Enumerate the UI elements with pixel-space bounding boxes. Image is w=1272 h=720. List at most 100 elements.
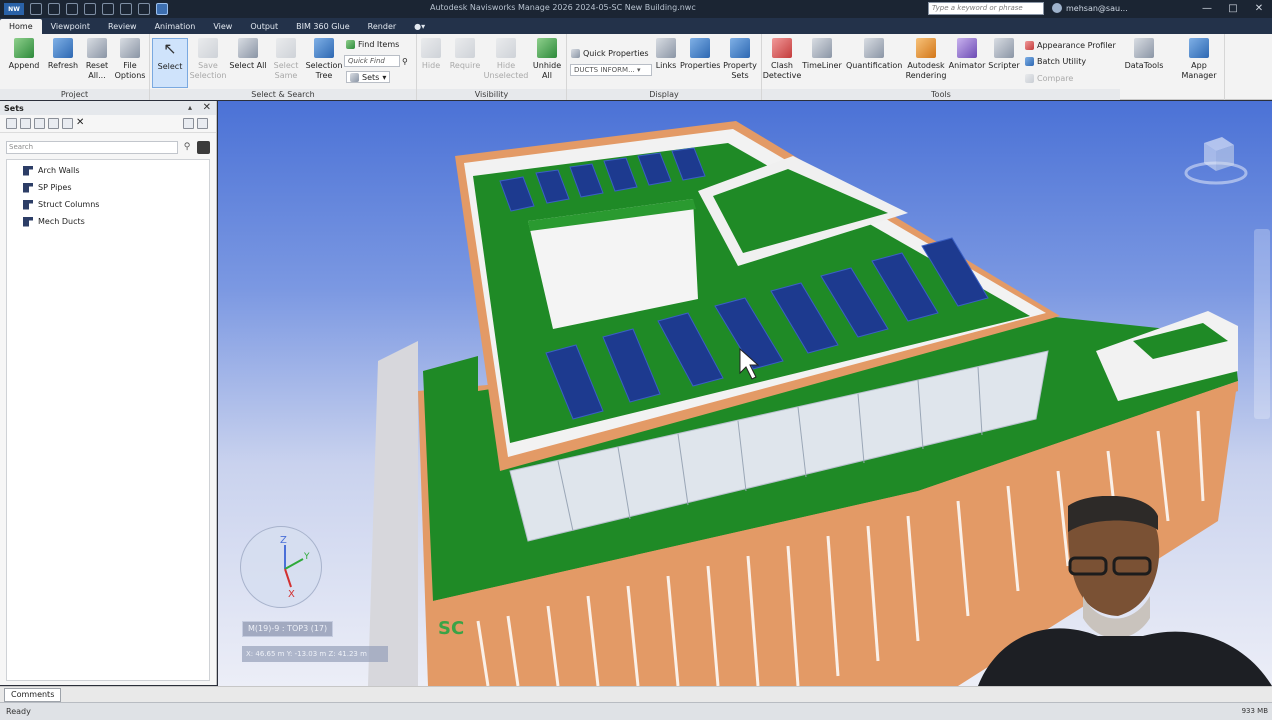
- search-set-icon: [23, 199, 33, 210]
- append-button[interactable]: Append: [4, 38, 44, 88]
- animator-button[interactable]: Animator: [947, 38, 987, 88]
- status-text: Ready: [6, 707, 31, 716]
- unhide-all-icon: [537, 38, 557, 58]
- datatools-button[interactable]: DataTools: [1124, 38, 1164, 88]
- rendering-teapot-icon: [916, 38, 936, 58]
- tab-review[interactable]: Review: [99, 19, 146, 34]
- user-account[interactable]: mehsan@sau...: [1052, 3, 1128, 13]
- scene-viewport[interactable]: SC Z Y X M(19)-9 : TOP3 (17) X: 46.65 m …: [218, 101, 1272, 686]
- delete-icon[interactable]: ✕: [76, 118, 87, 129]
- animator-icon: [957, 38, 977, 58]
- comments-tab[interactable]: Comments: [4, 688, 62, 702]
- viewcube-icon[interactable]: [1184, 129, 1248, 193]
- save-search-set-icon[interactable]: [20, 118, 31, 129]
- tab-render[interactable]: Render: [359, 19, 405, 34]
- links-button[interactable]: Links: [651, 38, 681, 88]
- quick-find-input[interactable]: Quick Find: [344, 55, 400, 67]
- ribbon: Append Refresh Reset All... File Options…: [0, 34, 1272, 100]
- tab-output[interactable]: Output: [241, 19, 287, 34]
- unhide-all-button[interactable]: Unhide All: [529, 38, 565, 88]
- quantification-button[interactable]: Quantification: [846, 38, 902, 88]
- properties-button[interactable]: Properties: [680, 38, 720, 88]
- timeliner-icon: [812, 38, 832, 58]
- quick-properties-button[interactable]: Quick Properties: [571, 47, 649, 59]
- set-item-arch-walls[interactable]: Arch Walls: [7, 162, 209, 179]
- select-same-button[interactable]: Select Same: [266, 38, 306, 88]
- select-all-button[interactable]: Select All: [228, 38, 268, 88]
- open-file-icon[interactable]: [48, 3, 60, 15]
- print-icon[interactable]: [84, 3, 96, 15]
- app-manager-icon: [1189, 38, 1209, 58]
- selection-tree-button[interactable]: Selection Tree: [304, 38, 344, 88]
- minimize-icon[interactable]: —: [1194, 0, 1220, 18]
- tab-extra-dropdown-icon[interactable]: ●▾: [405, 19, 434, 34]
- sets-panel-title: Sets: [4, 103, 24, 113]
- require-button[interactable]: Require: [445, 38, 485, 88]
- set-item-sp-pipes[interactable]: SP Pipes: [7, 179, 209, 196]
- duplicate-icon[interactable]: [48, 118, 59, 129]
- select-search-panel-title[interactable]: Select & Search: [150, 89, 416, 100]
- project-panel-title[interactable]: Project: [0, 89, 149, 100]
- select-button[interactable]: ↖ Select: [152, 38, 188, 88]
- scripter-button[interactable]: Scripter: [984, 38, 1024, 88]
- axis-tripod: Z Y X: [240, 526, 322, 608]
- hide-button[interactable]: Hide: [417, 38, 445, 88]
- navigation-bar[interactable]: [1254, 229, 1270, 419]
- hide-unselected-button[interactable]: Hide Unselected: [483, 38, 529, 88]
- user-name: mehsan@sau...: [1066, 3, 1128, 13]
- display-panel: Quick Properties DUCTS INFORM... ▾ Links…: [567, 34, 762, 100]
- appearance-profiler-icon: [1025, 40, 1034, 50]
- new-folder-icon[interactable]: [34, 118, 45, 129]
- save-selection-set-icon[interactable]: [6, 118, 17, 129]
- pin-icon[interactable]: ▴: [188, 103, 196, 112]
- user-icon: [1052, 3, 1062, 13]
- batch-utility-button[interactable]: Batch Utility: [1025, 55, 1086, 67]
- axis-y-label: Y: [303, 552, 310, 562]
- property-sets-button[interactable]: Property Sets: [720, 38, 760, 88]
- close-icon[interactable]: ✕: [203, 102, 211, 113]
- import-export-icon[interactable]: [197, 118, 208, 129]
- sets-toolbar: ✕: [0, 115, 216, 133]
- set-item-mech-ducts[interactable]: Mech Ducts: [7, 213, 209, 230]
- compare-button[interactable]: Compare: [1025, 72, 1073, 84]
- axis-x-label: X: [288, 589, 295, 600]
- maximize-icon[interactable]: □: [1220, 0, 1246, 18]
- quick-properties-dropdown[interactable]: DUCTS INFORM... ▾: [570, 64, 652, 76]
- tab-animation[interactable]: Animation: [146, 19, 205, 34]
- close-window-icon[interactable]: ✕: [1246, 0, 1272, 18]
- scripter-icon: [994, 38, 1014, 58]
- save-selection-icon: [198, 38, 218, 58]
- file-options-button[interactable]: File Options: [110, 38, 150, 88]
- quick-select-icon[interactable]: [156, 3, 168, 15]
- save-selection-button[interactable]: Save Selection: [188, 38, 228, 88]
- sort-icon[interactable]: [183, 118, 194, 129]
- save-icon[interactable]: [66, 3, 78, 15]
- search-icon[interactable]: ⚲: [180, 141, 194, 154]
- search-options-icon[interactable]: [197, 141, 210, 154]
- add-comment-icon[interactable]: [62, 118, 73, 129]
- tab-view[interactable]: View: [204, 19, 241, 34]
- undo-icon[interactable]: [102, 3, 114, 15]
- find-items-button[interactable]: Find Items: [346, 38, 399, 50]
- find-items-icon: [346, 39, 355, 49]
- set-item-struct-columns[interactable]: Struct Columns: [7, 196, 209, 213]
- sets-dropdown[interactable]: Sets ▾: [346, 71, 391, 83]
- redo-icon[interactable]: [120, 3, 132, 15]
- help-search-input[interactable]: Type a keyword or phrase: [928, 2, 1044, 15]
- autodesk-rendering-button[interactable]: Autodesk Rendering: [904, 38, 948, 88]
- timeliner-button[interactable]: TimeLiner: [802, 38, 842, 88]
- sets-search-input[interactable]: Search: [6, 141, 178, 154]
- appearance-profiler-button[interactable]: Appearance Profiler: [1025, 39, 1116, 51]
- tab-viewpoint[interactable]: Viewpoint: [42, 19, 99, 34]
- quick-find-search-icon[interactable]: ⚲: [402, 55, 408, 67]
- refresh-icon[interactable]: [138, 3, 150, 15]
- new-file-icon[interactable]: [30, 3, 42, 15]
- tab-home[interactable]: Home: [0, 19, 42, 34]
- grid-location-label: M(19)-9 : TOP3 (17): [242, 621, 334, 637]
- clash-detective-button[interactable]: Clash Detective: [762, 38, 802, 88]
- app-logo-icon[interactable]: NW: [4, 3, 24, 15]
- tab-bim360-glue[interactable]: BIM 360 Glue: [287, 19, 359, 34]
- property-sets-icon: [730, 38, 750, 58]
- building-sign-text: SC: [438, 618, 464, 639]
- app-manager-button[interactable]: App Manager: [1174, 38, 1224, 88]
